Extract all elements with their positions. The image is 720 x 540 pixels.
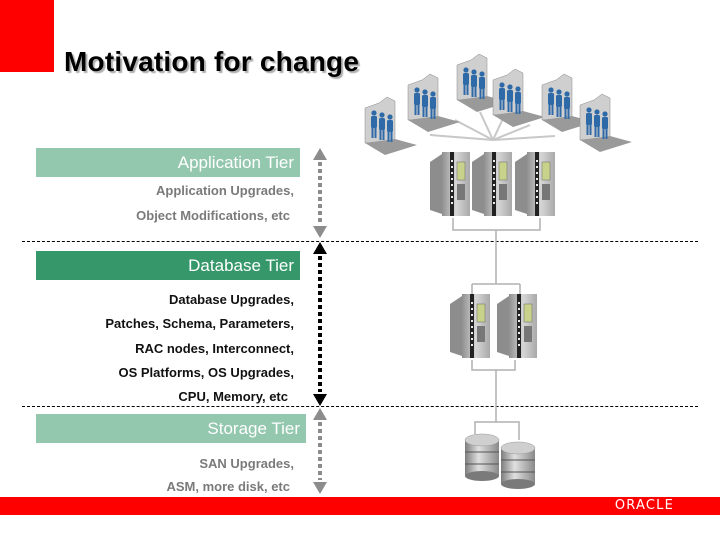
application-servers-icon [430, 152, 555, 216]
server-icon [497, 294, 537, 358]
server-icon [515, 152, 555, 216]
database-tier-arrow-icon [313, 242, 327, 406]
user-group-icon [407, 73, 460, 132]
user-group-icon [579, 93, 632, 152]
disk-icon [500, 441, 536, 489]
server-icon [472, 152, 512, 216]
server-icon [450, 294, 490, 358]
architecture-diagram [313, 53, 632, 494]
server-icon [430, 152, 470, 216]
disk-icon [464, 433, 500, 481]
storage-disks-icon [464, 433, 536, 489]
database-servers-icon [450, 294, 537, 358]
user-group-icon [492, 68, 545, 127]
footer-bar [0, 497, 720, 515]
storage-tier-arrow-icon [313, 408, 327, 494]
oracle-logo: ORACLE [614, 498, 674, 513]
application-tier-arrow-icon [313, 148, 327, 238]
